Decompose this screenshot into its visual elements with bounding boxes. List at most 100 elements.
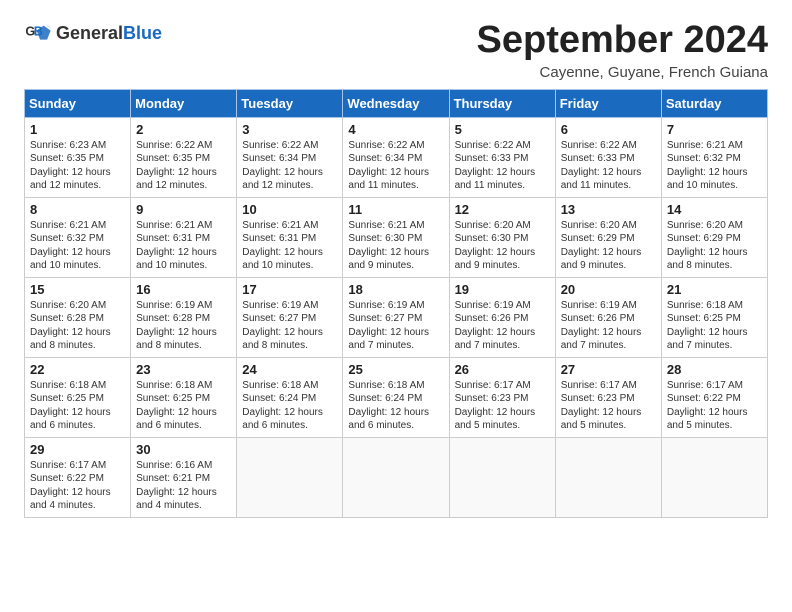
header-day-thursday: Thursday <box>449 89 555 117</box>
day-cell: 8 Sunrise: 6:21 AMSunset: 6:32 PMDayligh… <box>25 197 131 277</box>
day-info: Sunrise: 6:21 AMSunset: 6:32 PMDaylight:… <box>667 139 762 193</box>
day-number: 21 <box>667 282 762 297</box>
day-info: Sunrise: 6:21 AMSunset: 6:30 PMDaylight:… <box>348 219 443 273</box>
day-cell: 10 Sunrise: 6:21 AMSunset: 6:31 PMDaylig… <box>237 197 343 277</box>
title-area: September 2024 Cayenne, Guyane, French G… <box>477 20 769 81</box>
day-cell: 28 Sunrise: 6:17 AMSunset: 6:22 PMDaylig… <box>661 357 767 437</box>
day-cell: 7 Sunrise: 6:21 AMSunset: 6:32 PMDayligh… <box>661 117 767 197</box>
day-info: Sunrise: 6:22 AMSunset: 6:34 PMDaylight:… <box>348 139 443 193</box>
header-day-monday: Monday <box>131 89 237 117</box>
day-cell: 24 Sunrise: 6:18 AMSunset: 6:24 PMDaylig… <box>237 357 343 437</box>
day-number: 9 <box>136 202 231 217</box>
day-number: 2 <box>136 122 231 137</box>
day-number: 19 <box>455 282 550 297</box>
day-number: 5 <box>455 122 550 137</box>
day-number: 26 <box>455 362 550 377</box>
day-number: 8 <box>30 202 125 217</box>
day-number: 27 <box>561 362 656 377</box>
day-info: Sunrise: 6:19 AMSunset: 6:27 PMDaylight:… <box>242 299 337 353</box>
day-info: Sunrise: 6:18 AMSunset: 6:24 PMDaylight:… <box>242 379 337 433</box>
day-number: 18 <box>348 282 443 297</box>
logo-text: GeneralBlue <box>56 24 162 44</box>
week-row-4: 22 Sunrise: 6:18 AMSunset: 6:25 PMDaylig… <box>25 357 768 437</box>
day-cell: 11 Sunrise: 6:21 AMSunset: 6:30 PMDaylig… <box>343 197 449 277</box>
day-info: Sunrise: 6:22 AMSunset: 6:35 PMDaylight:… <box>136 139 231 193</box>
day-cell: 14 Sunrise: 6:20 AMSunset: 6:29 PMDaylig… <box>661 197 767 277</box>
day-info: Sunrise: 6:17 AMSunset: 6:22 PMDaylight:… <box>667 379 762 433</box>
header-day-friday: Friday <box>555 89 661 117</box>
day-info: Sunrise: 6:18 AMSunset: 6:24 PMDaylight:… <box>348 379 443 433</box>
day-cell: 19 Sunrise: 6:19 AMSunset: 6:26 PMDaylig… <box>449 277 555 357</box>
header-day-tuesday: Tuesday <box>237 89 343 117</box>
day-number: 11 <box>348 202 443 217</box>
day-cell <box>343 437 449 517</box>
week-row-2: 8 Sunrise: 6:21 AMSunset: 6:32 PMDayligh… <box>25 197 768 277</box>
day-info: Sunrise: 6:19 AMSunset: 6:26 PMDaylight:… <box>455 299 550 353</box>
day-cell: 22 Sunrise: 6:18 AMSunset: 6:25 PMDaylig… <box>25 357 131 437</box>
week-row-1: 1 Sunrise: 6:23 AMSunset: 6:35 PMDayligh… <box>25 117 768 197</box>
day-info: Sunrise: 6:20 AMSunset: 6:29 PMDaylight:… <box>561 219 656 273</box>
day-number: 16 <box>136 282 231 297</box>
day-cell: 20 Sunrise: 6:19 AMSunset: 6:26 PMDaylig… <box>555 277 661 357</box>
day-info: Sunrise: 6:20 AMSunset: 6:30 PMDaylight:… <box>455 219 550 273</box>
logo-icon: G B <box>24 20 52 48</box>
week-row-5: 29 Sunrise: 6:17 AMSunset: 6:22 PMDaylig… <box>25 437 768 517</box>
day-number: 4 <box>348 122 443 137</box>
day-info: Sunrise: 6:21 AMSunset: 6:31 PMDaylight:… <box>136 219 231 273</box>
day-number: 3 <box>242 122 337 137</box>
day-cell: 25 Sunrise: 6:18 AMSunset: 6:24 PMDaylig… <box>343 357 449 437</box>
day-cell: 4 Sunrise: 6:22 AMSunset: 6:34 PMDayligh… <box>343 117 449 197</box>
location-subtitle: Cayenne, Guyane, French Guiana <box>477 64 769 81</box>
day-cell: 15 Sunrise: 6:20 AMSunset: 6:28 PMDaylig… <box>25 277 131 357</box>
day-info: Sunrise: 6:17 AMSunset: 6:23 PMDaylight:… <box>561 379 656 433</box>
day-info: Sunrise: 6:22 AMSunset: 6:34 PMDaylight:… <box>242 139 337 193</box>
week-row-3: 15 Sunrise: 6:20 AMSunset: 6:28 PMDaylig… <box>25 277 768 357</box>
day-number: 15 <box>30 282 125 297</box>
day-cell <box>237 437 343 517</box>
day-cell: 1 Sunrise: 6:23 AMSunset: 6:35 PMDayligh… <box>25 117 131 197</box>
day-number: 12 <box>455 202 550 217</box>
day-info: Sunrise: 6:22 AMSunset: 6:33 PMDaylight:… <box>561 139 656 193</box>
day-info: Sunrise: 6:20 AMSunset: 6:29 PMDaylight:… <box>667 219 762 273</box>
day-cell: 30 Sunrise: 6:16 AMSunset: 6:21 PMDaylig… <box>131 437 237 517</box>
day-number: 23 <box>136 362 231 377</box>
day-cell: 17 Sunrise: 6:19 AMSunset: 6:27 PMDaylig… <box>237 277 343 357</box>
day-cell: 2 Sunrise: 6:22 AMSunset: 6:35 PMDayligh… <box>131 117 237 197</box>
day-info: Sunrise: 6:21 AMSunset: 6:32 PMDaylight:… <box>30 219 125 273</box>
day-cell: 13 Sunrise: 6:20 AMSunset: 6:29 PMDaylig… <box>555 197 661 277</box>
day-cell <box>555 437 661 517</box>
page-header: G B GeneralBlue September 2024 Cayenne, … <box>24 20 768 81</box>
day-info: Sunrise: 6:23 AMSunset: 6:35 PMDaylight:… <box>30 139 125 193</box>
day-info: Sunrise: 6:19 AMSunset: 6:27 PMDaylight:… <box>348 299 443 353</box>
day-number: 22 <box>30 362 125 377</box>
day-info: Sunrise: 6:22 AMSunset: 6:33 PMDaylight:… <box>455 139 550 193</box>
day-info: Sunrise: 6:17 AMSunset: 6:23 PMDaylight:… <box>455 379 550 433</box>
day-cell: 6 Sunrise: 6:22 AMSunset: 6:33 PMDayligh… <box>555 117 661 197</box>
day-cell <box>661 437 767 517</box>
day-number: 30 <box>136 442 231 457</box>
day-number: 17 <box>242 282 337 297</box>
day-number: 29 <box>30 442 125 457</box>
day-info: Sunrise: 6:16 AMSunset: 6:21 PMDaylight:… <box>136 459 231 513</box>
day-info: Sunrise: 6:19 AMSunset: 6:28 PMDaylight:… <box>136 299 231 353</box>
header-day-saturday: Saturday <box>661 89 767 117</box>
logo: G B GeneralBlue <box>24 20 162 48</box>
day-cell: 21 Sunrise: 6:18 AMSunset: 6:25 PMDaylig… <box>661 277 767 357</box>
day-info: Sunrise: 6:18 AMSunset: 6:25 PMDaylight:… <box>30 379 125 433</box>
day-cell: 27 Sunrise: 6:17 AMSunset: 6:23 PMDaylig… <box>555 357 661 437</box>
day-cell: 26 Sunrise: 6:17 AMSunset: 6:23 PMDaylig… <box>449 357 555 437</box>
day-number: 13 <box>561 202 656 217</box>
day-info: Sunrise: 6:18 AMSunset: 6:25 PMDaylight:… <box>667 299 762 353</box>
day-number: 14 <box>667 202 762 217</box>
day-cell: 16 Sunrise: 6:19 AMSunset: 6:28 PMDaylig… <box>131 277 237 357</box>
day-cell: 5 Sunrise: 6:22 AMSunset: 6:33 PMDayligh… <box>449 117 555 197</box>
day-number: 25 <box>348 362 443 377</box>
day-number: 10 <box>242 202 337 217</box>
header-day-wednesday: Wednesday <box>343 89 449 117</box>
month-title: September 2024 <box>477 20 769 62</box>
day-info: Sunrise: 6:17 AMSunset: 6:22 PMDaylight:… <box>30 459 125 513</box>
day-cell: 12 Sunrise: 6:20 AMSunset: 6:30 PMDaylig… <box>449 197 555 277</box>
day-cell: 23 Sunrise: 6:18 AMSunset: 6:25 PMDaylig… <box>131 357 237 437</box>
day-cell <box>449 437 555 517</box>
day-info: Sunrise: 6:21 AMSunset: 6:31 PMDaylight:… <box>242 219 337 273</box>
